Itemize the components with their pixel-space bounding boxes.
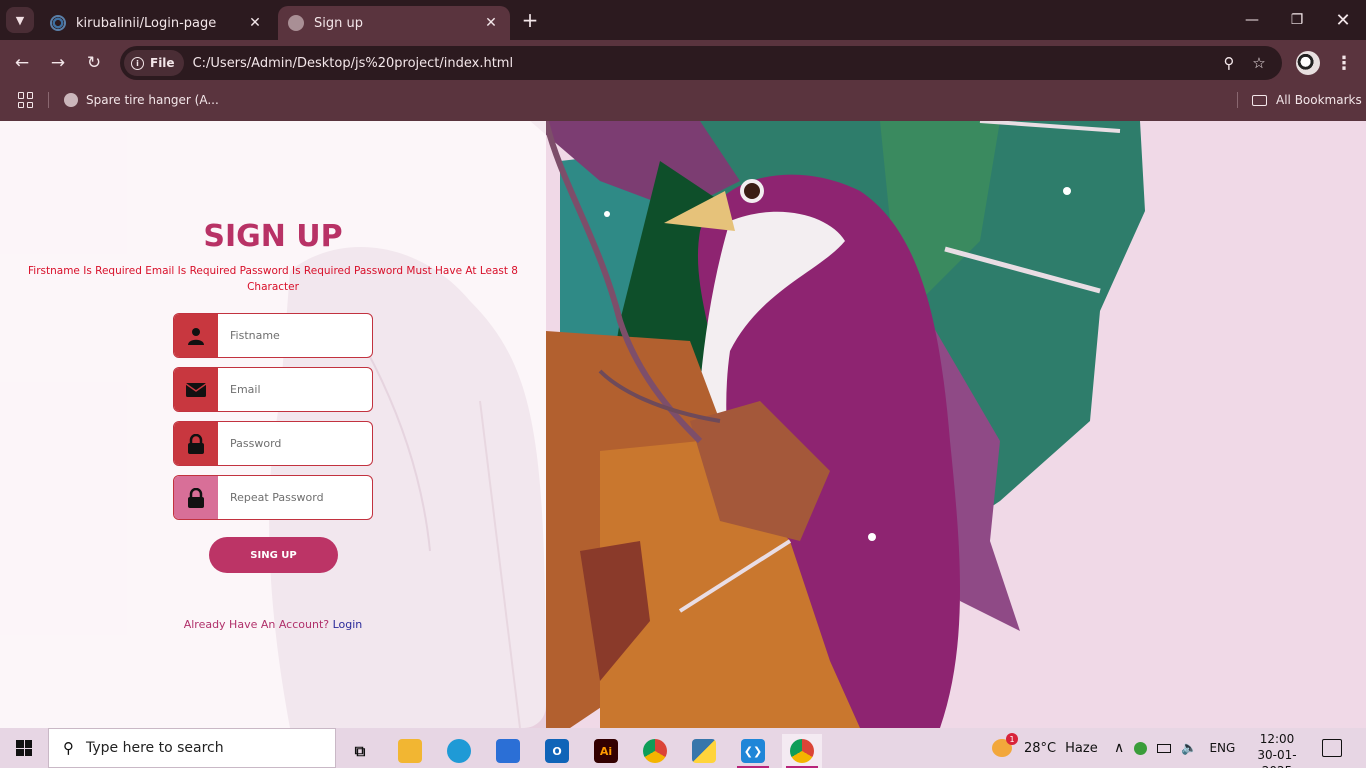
weather-condition: Haze (1065, 740, 1098, 756)
start-button[interactable] (0, 728, 48, 768)
search-icon: ⚲ (63, 739, 74, 757)
chrome-icon[interactable] (635, 734, 675, 768)
speaker-icon[interactable]: 🔈 (1181, 741, 1197, 756)
clock[interactable]: 12:00 30-01-2025 (1244, 731, 1310, 768)
all-bookmarks-button[interactable]: All Bookmarks (1252, 91, 1362, 109)
star-icon[interactable]: ☆ (1244, 48, 1274, 78)
page-viewport: SIGN UP Firstname Is Required Email Is R… (0, 121, 1366, 728)
tab-sign-up[interactable]: Sign up ✕ (278, 6, 510, 40)
browser-toolbar: ← → ↻ i File C:/Users/Admin/Desktop/js%2… (0, 40, 1366, 86)
apps-grid-icon[interactable] (18, 92, 34, 108)
validation-errors: Firstname Is Required Email Is Required … (28, 265, 518, 293)
repeat-password-input[interactable] (218, 476, 371, 519)
task-view-icon[interactable]: ⧉ (340, 734, 380, 768)
firstname-input[interactable] (218, 314, 371, 357)
tab-github[interactable]: kirubalinii/Login-page ✕ (40, 6, 274, 40)
account-prompt-text: Already Have An Account? (183, 618, 330, 631)
minimize-button[interactable]: — (1229, 0, 1275, 40)
chrome-active-icon[interactable] (782, 734, 822, 768)
globe-icon (64, 93, 78, 107)
file-explorer-icon[interactable] (390, 734, 430, 768)
user-icon (174, 314, 218, 357)
divider (48, 92, 49, 108)
info-icon: i (131, 56, 144, 70)
lock-icon (174, 422, 218, 465)
store-icon[interactable] (488, 734, 528, 768)
tab-title: kirubalinii/Login-page (76, 15, 217, 31)
password-input[interactable] (218, 422, 371, 465)
bookmark-label: Spare tire hanger (A... (86, 93, 219, 107)
weather-badge: 1 (1006, 733, 1018, 745)
signup-card: SIGN UP Firstname Is Required Email Is R… (0, 121, 546, 728)
illustrator-icon[interactable]: Ai (586, 734, 626, 768)
zoom-icon[interactable]: ⚲ (1214, 48, 1244, 78)
github-icon (50, 15, 66, 31)
address-bar[interactable]: i File C:/Users/Admin/Desktop/js%20proje… (120, 46, 1282, 80)
close-window-button[interactable]: ✕ (1320, 0, 1366, 40)
taskbar-search[interactable]: ⚲ Type here to search (48, 728, 336, 768)
envelope-icon (174, 368, 218, 411)
login-link[interactable]: Login (333, 618, 363, 631)
back-icon[interactable]: ← (8, 49, 36, 77)
new-tab-button[interactable]: + (518, 8, 542, 32)
tab-search-button[interactable]: ▼ (6, 7, 34, 33)
menu-icon[interactable]: ⋮ (1332, 49, 1356, 77)
divider (1237, 92, 1238, 108)
weather-temp: 28°C (1024, 740, 1057, 756)
page-title: SIGN UP (203, 219, 343, 254)
search-placeholder: Type here to search (86, 740, 224, 756)
site-info-chip[interactable]: i File (124, 50, 184, 76)
restore-button[interactable]: ❐ (1274, 0, 1320, 40)
email-field (173, 367, 373, 412)
close-icon[interactable]: ✕ (480, 12, 502, 34)
outlook-icon[interactable]: O (537, 734, 577, 768)
url-text[interactable]: C:/Users/Admin/Desktop/js%20project/inde… (193, 56, 1214, 71)
tab-strip: ▼ kirubalinii/Login-page ✕ Sign up ✕ + —… (0, 0, 1366, 40)
folder-icon (1252, 94, 1267, 106)
tray-icons: ∧ 🔈 ENG (1114, 728, 1235, 768)
language-label[interactable]: ENG (1209, 741, 1235, 755)
email-input[interactable] (218, 368, 371, 411)
sign-up-button[interactable]: SING UP (209, 537, 338, 573)
weather-icon: 1 (992, 733, 1018, 757)
vscode-icon[interactable]: ❮❯ (733, 734, 773, 768)
scheme-label: File (150, 56, 175, 70)
avatar[interactable] (1296, 51, 1320, 75)
clock-date: 30-01-2025 (1257, 748, 1297, 768)
reload-icon[interactable]: ↻ (80, 49, 108, 77)
chevron-down-icon: ▼ (15, 13, 25, 27)
lock-icon (174, 476, 218, 519)
notification-icon[interactable] (1322, 739, 1342, 757)
taskbar: ⚲ Type here to search ⧉ O Ai ❮❯ 1 28°C H… (0, 728, 1366, 768)
windows-icon (16, 740, 32, 756)
battery-icon[interactable] (1157, 743, 1172, 753)
forward-icon[interactable]: → (44, 49, 72, 77)
bookmark-item[interactable]: Spare tire hanger (A... (64, 91, 219, 109)
tab-title: Sign up (314, 15, 363, 31)
edge-icon[interactable] (439, 734, 479, 768)
repeat-password-field (173, 475, 373, 520)
python-icon[interactable] (684, 734, 724, 768)
account-prompt: Already Have An Account? Login (0, 618, 546, 631)
chevron-up-icon[interactable]: ∧ (1114, 740, 1124, 756)
clock-time: 12:00 (1259, 732, 1295, 746)
firstname-field (173, 313, 373, 358)
weather-widget[interactable]: 1 28°C Haze (992, 728, 1098, 768)
all-bookmarks-label: All Bookmarks (1276, 93, 1362, 107)
password-field (173, 421, 373, 466)
close-icon[interactable]: ✕ (244, 12, 266, 34)
security-icon[interactable] (1134, 741, 1148, 755)
globe-icon (288, 15, 304, 31)
